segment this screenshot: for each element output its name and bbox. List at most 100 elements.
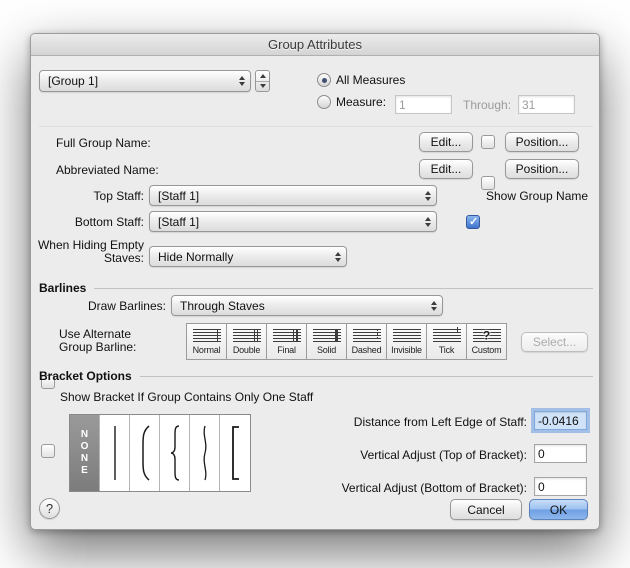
full-name-position-checkbox[interactable] — [481, 135, 495, 149]
bracket-brace-icon — [170, 425, 179, 481]
abbreviated-name-label: Abbreviated Name: — [56, 163, 159, 177]
group-select[interactable]: [Group 1] — [39, 70, 251, 92]
bracket-style-hooked[interactable] — [130, 415, 160, 491]
barline-style-label: Solid — [316, 345, 336, 355]
stepper-up-icon[interactable] — [256, 71, 269, 82]
group-stepper[interactable] — [255, 70, 270, 92]
bracket-style-line[interactable] — [100, 415, 130, 491]
bottom-staff-label: Bottom Staff: — [74, 215, 144, 229]
edit-button-label: Edit... — [430, 162, 462, 176]
barline-double-icon — [232, 329, 261, 342]
vertical-adjust-bottom-label: Vertical Adjust (Bottom of Bracket): — [341, 481, 527, 495]
all-measures-radio[interactable] — [317, 73, 331, 87]
barlines-section-title: Barlines — [39, 281, 87, 295]
measure-start-field[interactable] — [395, 95, 452, 114]
vertical-adjust-bottom-field[interactable] — [534, 477, 587, 496]
section-rule — [94, 287, 593, 289]
barline-style-group: Normal Double Final Solid Dashed Invisib… — [186, 323, 507, 360]
popup-arrows-icon — [431, 300, 437, 311]
show-group-name-checkbox[interactable] — [466, 215, 480, 229]
barline-style-final[interactable]: Final — [266, 323, 307, 360]
popup-arrows-icon — [335, 251, 341, 262]
abbr-name-position-button[interactable]: Position... — [505, 159, 579, 179]
measure-end-field[interactable] — [518, 95, 575, 114]
position-button-label: Position... — [515, 135, 569, 149]
vertical-adjust-top-label: Vertical Adjust (Top of Bracket): — [360, 448, 527, 462]
top-staff-label: Top Staff: — [93, 189, 144, 203]
barline-style-double[interactable]: Double — [226, 323, 267, 360]
show-bracket-one-staff-checkbox[interactable] — [41, 444, 55, 458]
bracket-hooked-icon — [141, 425, 150, 481]
show-bracket-one-staff-label: Show Bracket If Group Contains Only One … — [60, 390, 314, 404]
select-custom-barline-button[interactable]: Select... — [521, 332, 588, 352]
window-title: Group Attributes — [268, 37, 362, 52]
barline-dashed-icon — [352, 329, 381, 342]
full-name-edit-button[interactable]: Edit... — [419, 132, 473, 152]
barline-style-custom[interactable]: ? Custom — [466, 323, 507, 360]
abbr-name-edit-button[interactable]: Edit... — [419, 159, 473, 179]
barline-invisible-icon — [392, 329, 421, 342]
stepper-down-icon[interactable] — [256, 82, 269, 92]
popup-arrows-icon — [425, 216, 431, 227]
barline-solid-icon — [312, 329, 341, 342]
draw-barlines-select[interactable]: Through Staves — [171, 295, 443, 316]
barlines-section-header: Barlines — [39, 281, 593, 295]
popup-arrows-icon — [425, 190, 431, 201]
barline-style-label: Normal — [192, 345, 221, 355]
divider — [39, 126, 593, 127]
barline-custom-icon: ? — [472, 327, 501, 342]
select-button-label: Select... — [532, 335, 577, 349]
barline-normal-icon — [192, 329, 221, 342]
barline-style-tick[interactable]: Tick — [426, 323, 467, 360]
top-staff-select[interactable]: [Staff 1] — [149, 185, 437, 206]
distance-left-edge-field[interactable] — [534, 411, 587, 430]
barline-style-label: Tick — [438, 345, 455, 355]
hide-normally-select[interactable]: Hide Normally — [149, 246, 347, 267]
barline-tick-icon — [432, 327, 461, 342]
bottom-staff-value: [Staff 1] — [158, 214, 200, 229]
full-name-position-button[interactable]: Position... — [505, 132, 579, 152]
cancel-button[interactable]: Cancel — [450, 499, 522, 520]
hide-normally-value: Hide Normally — [158, 249, 234, 264]
bottom-staff-select[interactable]: [Staff 1] — [149, 211, 437, 232]
measure-row: Measure: — [317, 95, 386, 109]
barline-style-label: Final — [277, 345, 296, 355]
barline-style-normal[interactable]: Normal — [186, 323, 227, 360]
bracket-line-icon — [113, 426, 116, 480]
bracket-style-brace[interactable] — [160, 415, 190, 491]
bracket-style-none[interactable]: NONE — [70, 415, 100, 491]
help-button[interactable]: ? — [39, 498, 60, 519]
barline-style-label: Dashed — [351, 345, 382, 355]
draw-barlines-label: Draw Barlines: — [87, 299, 166, 313]
use-alternate-barline-label: Use Alternate Group Barline: — [59, 328, 136, 354]
barline-style-label: Custom — [471, 345, 502, 355]
show-group-name-label: Show Group Name — [486, 189, 589, 203]
question-glyph: ? — [482, 327, 491, 342]
ok-button[interactable]: OK — [529, 499, 588, 520]
measure-label: Measure: — [336, 95, 387, 109]
vertical-adjust-top-field[interactable] — [534, 444, 587, 463]
barline-style-dashed[interactable]: Dashed — [346, 323, 387, 360]
group-attributes-dialog: Group Attributes [Group 1] All Measures … — [30, 33, 600, 530]
position-button-label: Position... — [515, 162, 569, 176]
edit-button-label: Edit... — [430, 135, 462, 149]
barline-style-solid[interactable]: Solid — [306, 323, 347, 360]
when-hiding-label: When Hiding Empty Staves: — [31, 239, 144, 265]
all-measures-label: All Measures — [336, 73, 406, 87]
title-bar: Group Attributes — [31, 34, 599, 56]
cancel-button-label: Cancel — [467, 502, 505, 517]
barline-style-invisible[interactable]: Invisible — [386, 323, 427, 360]
barline-style-label: Invisible — [391, 345, 422, 355]
through-label: Through: — [463, 98, 512, 112]
barline-style-label: Double — [232, 345, 261, 355]
popup-arrows-icon — [239, 76, 245, 86]
measure-radio[interactable] — [317, 95, 331, 109]
section-rule — [139, 375, 593, 377]
abbr-name-position-checkbox[interactable] — [481, 176, 495, 190]
bracket-options-section-header: Bracket Options — [39, 369, 593, 383]
all-measures-row: All Measures — [317, 73, 405, 87]
bracket-options-section-title: Bracket Options — [39, 369, 132, 383]
top-staff-value: [Staff 1] — [158, 188, 200, 203]
distance-left-edge-label: Distance from Left Edge of Staff: — [353, 415, 527, 429]
ok-button-label: OK — [549, 502, 568, 517]
